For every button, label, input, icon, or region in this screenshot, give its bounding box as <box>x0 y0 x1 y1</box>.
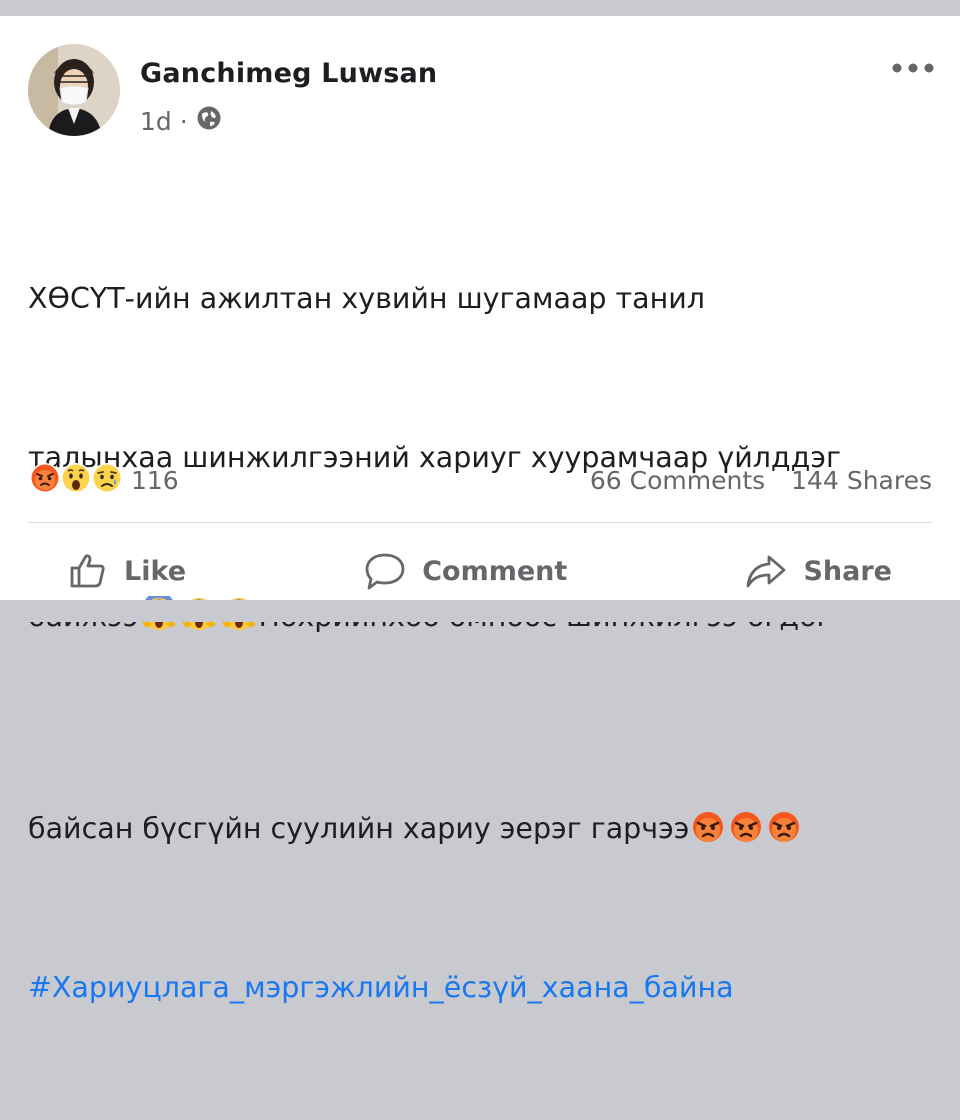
post-actions: Like Comment Share <box>28 536 932 606</box>
post-line-with-emoji: байсан бүсгүйн суулийн хариу эерэг гарчэ… <box>28 802 928 855</box>
share-button[interactable]: Share <box>705 551 932 591</box>
post-line-text: байсан бүсгүйн суулийн хариу эерэг гарчэ… <box>28 812 690 845</box>
reactions-summary[interactable]: 116 <box>28 460 179 500</box>
top-frame-bar <box>0 0 960 16</box>
hashtag-link[interactable]: #Хариуцлага_мэргэжлийн_ёсзүй_хаана_байна <box>28 961 928 1014</box>
bottom-frame-bar <box>0 600 960 622</box>
engagement-counts: 66 Comments 144 Shares <box>590 460 932 500</box>
like-label: Like <box>124 555 187 587</box>
shares-count[interactable]: 144 Shares <box>791 466 932 495</box>
meta-separator: · <box>179 106 188 136</box>
angry-face-emoji <box>729 808 763 861</box>
reaction-icons <box>28 461 124 499</box>
share-icon <box>747 555 786 588</box>
sad-reaction-icon <box>90 461 124 499</box>
reaction-count: 116 <box>131 465 179 495</box>
post-stats: 116 66 Comments 144 Shares <box>28 460 932 500</box>
ellipsis-icon <box>892 63 934 73</box>
share-label: Share <box>803 555 892 587</box>
author-avatar[interactable] <box>28 44 120 136</box>
author-name[interactable]: Ganchimeg Luwsan <box>140 58 437 89</box>
globe-icon <box>196 105 222 137</box>
comment-icon <box>365 553 405 590</box>
like-button[interactable]: Like <box>28 551 226 591</box>
comment-button[interactable]: Comment <box>324 551 607 591</box>
post-line: ХӨСҮТ-ийн ажилтан хувийн шугамаар танил <box>28 282 706 315</box>
comment-label: Comment <box>422 555 568 587</box>
more-options-button[interactable] <box>888 56 938 80</box>
angry-face-emoji <box>767 808 801 861</box>
thumbs-up-icon <box>70 554 105 588</box>
comments-count[interactable]: 66 Comments <box>590 466 765 495</box>
post-meta: 1d · <box>140 106 222 136</box>
post-body: ХӨСҮТ-ийн ажилтан хувийн шугамаар танил … <box>28 166 928 1120</box>
wow-reaction-icon <box>59 461 93 499</box>
post-card: Ganchimeg Luwsan 1d · ХӨСҮТ-ийн ажилтан … <box>0 16 960 1004</box>
actions-divider <box>28 522 932 523</box>
angry-face-emoji <box>691 808 725 861</box>
post-time[interactable]: 1d <box>140 107 172 136</box>
angry-reaction-icon <box>28 461 62 499</box>
avatar-image <box>28 44 120 136</box>
